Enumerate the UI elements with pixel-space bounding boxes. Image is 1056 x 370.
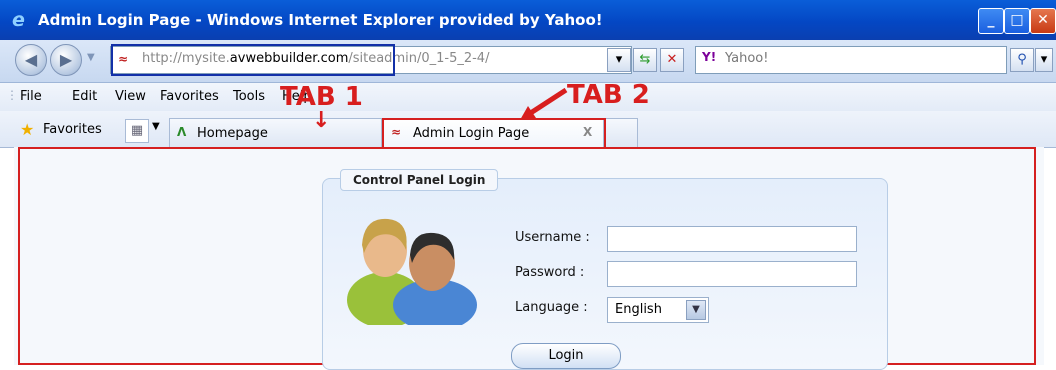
tab-list-dropdown-icon[interactable]: ▼ [152,121,160,132]
menu-tools[interactable]: Tools [233,89,265,104]
chevron-down-icon[interactable]: ▼ [686,300,706,320]
window-title: Admin Login Page - Windows Internet Expl… [38,11,603,29]
new-tab-button[interactable] [604,118,638,148]
search-icon[interactable]: ⚲ [1010,48,1034,72]
url-highlight-box [111,44,395,76]
tab2-highlight-box [382,118,606,148]
quick-tabs-icon[interactable]: ▦ [125,119,149,143]
menu-favorites[interactable]: Favorites [160,89,219,104]
password-label: Password : [515,265,585,280]
menu-view[interactable]: View [115,89,146,104]
search-placeholder: Yahoo! [725,51,769,66]
address-toolbar: ◀ ▶ ▼ ≈ http://mysite.avwebbuilder.com/s… [0,40,1056,83]
homepage-favicon-icon: Λ [177,125,187,139]
search-options-icon[interactable]: ▾ [1035,48,1053,72]
minimize-button[interactable]: _ [978,8,1004,34]
tab-homepage[interactable]: Λ Homepage [169,118,382,148]
menu-edit[interactable]: Edit [72,89,97,104]
ie-logo-icon: e [12,9,25,31]
menu-grip-icon: ⋮ [6,88,18,102]
users-icon [340,205,480,331]
login-button[interactable]: Login [511,343,621,369]
password-field[interactable] [607,261,857,287]
stop-icon[interactable]: ✕ [660,48,684,72]
forward-button[interactable]: ▶ [50,44,82,76]
favorites-star-icon: ★ [20,120,35,139]
language-select[interactable]: English ▼ [607,297,709,323]
close-button[interactable]: ✕ [1030,8,1056,34]
annotation-tab2: TAB 2 [567,80,650,110]
language-label: Language : [515,300,588,315]
annotation-arrow-down-icon: ↓ [312,108,331,133]
panel-title: Control Panel Login [340,169,499,191]
back-button[interactable]: ◀ [15,44,47,76]
language-value: English [615,302,662,317]
address-dropdown-icon[interactable]: ▾ [607,48,631,72]
refresh-icon[interactable]: ⇆ [633,48,657,72]
title-bar: e Admin Login Page - Windows Internet Ex… [0,0,1056,40]
annotation-arrow-diagonal-icon [518,86,570,122]
history-dropdown-icon[interactable]: ▼ [87,52,95,63]
maximize-button[interactable]: □ [1004,8,1030,34]
username-field[interactable] [607,226,857,252]
favorites-button[interactable]: Favorites [43,122,102,137]
menu-file[interactable]: File [20,89,42,104]
username-label: Username : [515,230,590,245]
yahoo-logo-icon: Y! [702,50,717,64]
tab-homepage-label: Homepage [197,126,268,141]
